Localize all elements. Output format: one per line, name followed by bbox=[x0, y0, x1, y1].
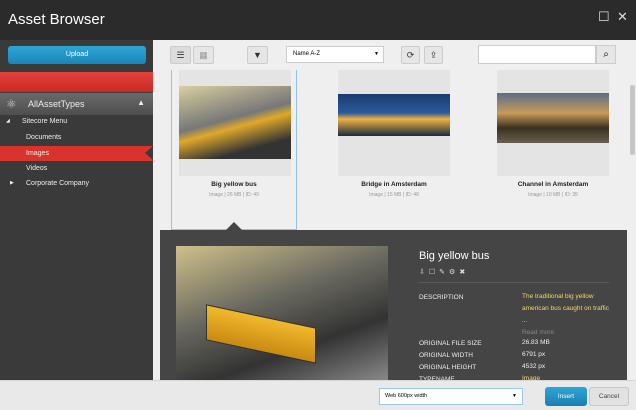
card-meta: Image | 15 MB | ID: 48 bbox=[369, 192, 419, 198]
maximize-icon[interactable]: ☐ bbox=[598, 9, 610, 25]
thumbnail bbox=[338, 70, 450, 176]
thumbnail bbox=[179, 70, 291, 176]
upload-button[interactable]: Upload bbox=[8, 46, 146, 64]
detail-key: ORIGINAL HEIGHT bbox=[419, 364, 477, 371]
detail-value: The traditional big yellow american bus … bbox=[522, 293, 609, 324]
tree-item-videos[interactable]: Videos bbox=[0, 161, 153, 176]
size-select[interactable]: Web 600px width ▼ bbox=[379, 388, 523, 405]
preview-image bbox=[176, 246, 388, 380]
dropdown-icon: ▼ bbox=[374, 51, 379, 57]
detail-key: ORIGINAL FILE SIZE bbox=[419, 340, 482, 347]
tree-item-corporate-company[interactable]: ▶ Corporate Company bbox=[0, 176, 153, 191]
detail-value: 26.83 MB bbox=[522, 339, 550, 346]
card-name: Big yellow bus bbox=[211, 181, 257, 188]
action-icons: ⇩☐✎⚙✖ bbox=[419, 268, 469, 276]
asset-card[interactable]: Big yellow bus Image | 26 MB | ID: 49 bbox=[171, 70, 297, 230]
detail-key: DESCRIPTION bbox=[419, 294, 464, 301]
divider bbox=[419, 282, 609, 283]
select-icon[interactable]: ☐ bbox=[429, 269, 439, 276]
card-name: Channel in Amsterdam bbox=[517, 181, 589, 188]
cancel-button[interactable]: Cancel bbox=[589, 387, 629, 406]
dropdown-icon: ▼ bbox=[512, 393, 517, 399]
size-value: Web 600px width bbox=[385, 393, 428, 399]
thumbnail bbox=[497, 70, 609, 176]
tree-label: Documents bbox=[26, 134, 62, 141]
search-button[interactable]: ⌕ bbox=[596, 45, 616, 64]
chevron-up-icon[interactable]: ▲ bbox=[137, 98, 145, 107]
card-meta: Image | 26 MB | ID: 49 bbox=[209, 192, 259, 198]
scrollbar[interactable] bbox=[630, 85, 635, 155]
sidebar: Upload ⚛ AllAssetTypes ▲ ◢ Sitecore Menu … bbox=[0, 40, 153, 380]
detail-value: 4532 px bbox=[522, 363, 546, 370]
edit-icon[interactable]: ✎ bbox=[439, 269, 449, 276]
root-label: AllAssetTypes bbox=[28, 99, 85, 109]
upload-icon-button[interactable]: ⇪ bbox=[424, 46, 443, 64]
insert-button[interactable]: Insert bbox=[545, 387, 587, 406]
all-asset-types-header[interactable]: ⚛ AllAssetTypes ▲ bbox=[0, 93, 153, 115]
detail-value: 6791 px bbox=[522, 351, 546, 358]
filter-button[interactable]: ▼ bbox=[247, 46, 268, 64]
red-banner bbox=[0, 72, 153, 92]
atom-icon: ⚛ bbox=[6, 97, 17, 111]
detail-pointer bbox=[226, 222, 242, 230]
collapsed-icon: ▶ bbox=[10, 180, 14, 186]
detail-key: ORIGINAL WIDTH bbox=[419, 352, 473, 359]
search-input[interactable] bbox=[478, 45, 596, 64]
card-meta: Image | 10 MB | ID: 35 bbox=[528, 192, 578, 198]
detail-panel: Big yellow bus ⇩☐✎⚙✖ DESCRIPTION The tra… bbox=[160, 230, 627, 383]
footer: Web 600px width ▼ Insert Cancel bbox=[0, 380, 636, 410]
tree-item-documents[interactable]: Documents bbox=[0, 130, 153, 145]
asset-card[interactable]: Channel in Amsterdam Image | 10 MB | ID:… bbox=[490, 70, 616, 230]
download-icon[interactable]: ⇩ bbox=[419, 269, 429, 276]
refresh-button[interactable]: ⟳ bbox=[401, 46, 420, 64]
delete-icon[interactable]: ✖ bbox=[459, 269, 469, 276]
tree-label: Corporate Company bbox=[26, 180, 90, 187]
tree-label: Sitecore Menu bbox=[22, 118, 68, 125]
tree-label: Images bbox=[26, 150, 49, 157]
detail-title: Big yellow bus bbox=[419, 250, 490, 262]
title-bar: Asset Browser ☐ ✕ bbox=[0, 0, 636, 40]
list-view-button[interactable]: ☰ bbox=[170, 46, 191, 64]
window-title: Asset Browser bbox=[8, 11, 105, 28]
card-name: Bridge in Amsterdam bbox=[361, 181, 427, 188]
close-icon[interactable]: ✕ bbox=[617, 9, 628, 25]
grid-view-button[interactable]: ▦ bbox=[193, 46, 214, 64]
sort-select[interactable]: Name A-Z ▼ bbox=[286, 46, 384, 63]
share-icon[interactable]: ⚙ bbox=[449, 269, 459, 276]
expanded-icon: ◢ bbox=[6, 118, 10, 124]
tree-item-images[interactable]: Images bbox=[0, 146, 153, 161]
tree-label: Videos bbox=[26, 165, 48, 172]
asset-card[interactable]: Bridge in Amsterdam Image | 15 MB | ID: … bbox=[331, 70, 457, 230]
sort-value: Name A-Z bbox=[293, 51, 321, 57]
tree-item-sitecore-menu[interactable]: ◢ Sitecore Menu bbox=[0, 114, 153, 129]
